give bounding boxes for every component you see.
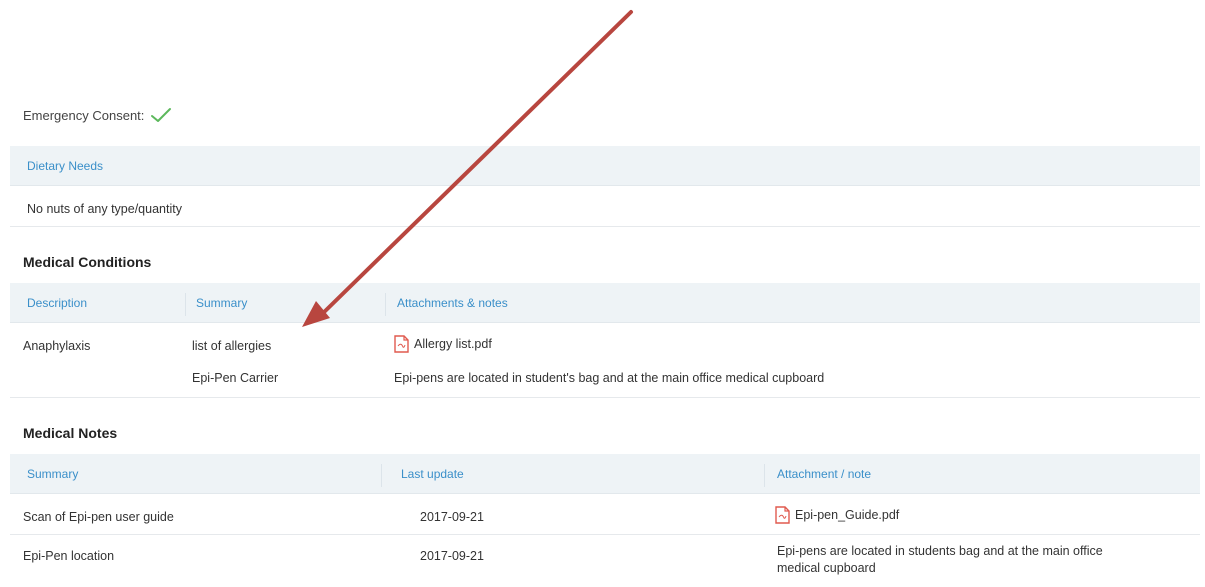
note-summary: Scan of Epi-pen user guide	[23, 510, 174, 524]
attachment-link[interactable]: Allergy list.pdf	[394, 335, 492, 353]
attachment-filename[interactable]: Epi-pen_Guide.pdf	[795, 508, 899, 522]
emergency-consent: Emergency Consent:	[23, 106, 172, 124]
emergency-consent-label: Emergency Consent:	[23, 107, 145, 123]
note-text-line: medical cupboard	[777, 561, 876, 575]
column-separator	[185, 293, 186, 316]
attachment-link[interactable]: Epi-pen_Guide.pdf	[775, 506, 899, 524]
pdf-icon	[775, 506, 790, 524]
table-row: Anaphylaxis list of allergies Allergy li…	[10, 323, 1200, 398]
column-header-summary[interactable]: Summary	[27, 454, 78, 493]
column-header-attachment-note[interactable]: Attachment / note	[777, 454, 871, 493]
condition-description: Anaphylaxis	[23, 339, 91, 353]
note-summary: Epi-Pen location	[23, 549, 115, 563]
column-header-description[interactable]: Description	[27, 283, 87, 322]
medical-info-page: Emergency Consent: Dietary Needs No nuts…	[0, 0, 1205, 587]
column-separator	[764, 464, 765, 487]
column-separator	[385, 293, 386, 316]
note-last-update: 2017-09-21	[420, 510, 484, 524]
table-row: Scan of Epi-pen user guide 2017-09-21 Ep…	[10, 494, 1200, 535]
medical-conditions-title: Medical Conditions	[23, 254, 152, 270]
condition-summary: list of allergies	[192, 339, 272, 353]
pdf-icon	[394, 335, 409, 353]
column-separator	[381, 464, 382, 487]
condition-summary: Epi-Pen Carrier	[192, 371, 279, 385]
note-text: Epi-pens are located in students bag and…	[777, 543, 1103, 577]
column-header-attachments-notes[interactable]: Attachments & notes	[397, 283, 508, 322]
dietary-needs-header-label: Dietary Needs	[27, 158, 104, 173]
medical-notes-header: Summary Last update Attachment / note	[10, 454, 1200, 494]
note-last-update: 2017-09-21	[420, 549, 484, 563]
column-header-summary[interactable]: Summary	[196, 283, 247, 322]
medical-notes-title: Medical Notes	[23, 425, 118, 441]
dietary-needs-value: No nuts of any type/quantity	[27, 202, 182, 216]
table-row: Epi-Pen location 2017-09-21 Epi-pens are…	[10, 535, 1200, 586]
checkmark-icon	[150, 106, 172, 124]
dietary-needs-row: No nuts of any type/quantity	[10, 186, 1200, 227]
note-text-line: Epi-pens are located in students bag and…	[777, 544, 1103, 558]
column-header-last-update[interactable]: Last update	[401, 454, 464, 493]
dietary-needs-header: Dietary Needs	[10, 146, 1200, 186]
medical-conditions-header: Description Summary Attachments & notes	[10, 283, 1200, 323]
attachment-filename[interactable]: Allergy list.pdf	[414, 337, 492, 351]
condition-note: Epi-pens are located in student's bag an…	[394, 371, 825, 385]
